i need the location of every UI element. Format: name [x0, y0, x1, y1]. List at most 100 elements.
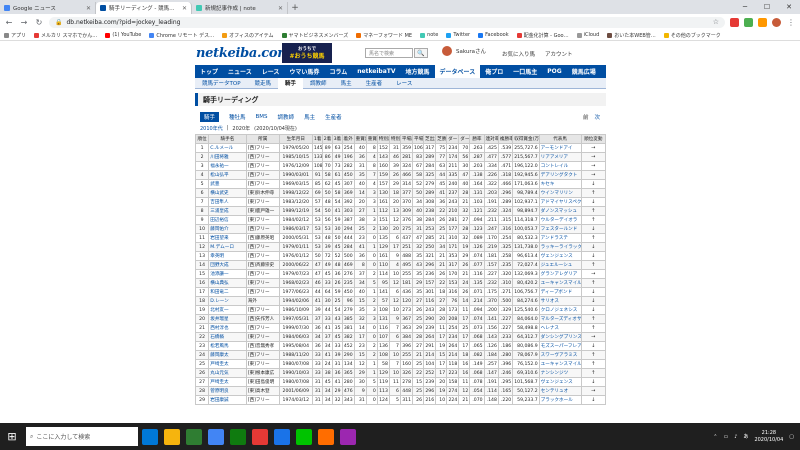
jockey-name-link[interactable]: 松山弘平 [208, 170, 247, 180]
back-icon[interactable]: ← [4, 17, 14, 27]
extension-icon[interactable] [730, 17, 739, 27]
column-header[interactable]: 勝率 [469, 134, 485, 144]
representative-horse-link[interactable]: デアリングタクト [538, 170, 582, 180]
extension-icon[interactable] [758, 17, 767, 27]
maximize-icon[interactable]: ☐ [756, 0, 778, 14]
subnav-item[interactable]: 競馬データTOP [195, 78, 248, 89]
representative-horse-link[interactable]: アーモンドアイ [538, 143, 582, 153]
subnav-item[interactable]: 騎手 [278, 77, 304, 89]
bookmark-item[interactable]: メルカリ スマホでかん… [34, 32, 97, 39]
jockey-name-link[interactable]: 坂井瑠星 [208, 314, 247, 324]
taskbar-app-icon[interactable] [252, 428, 268, 445]
representative-horse-link[interactable]: ダンシングプリンス [538, 332, 582, 342]
column-header[interactable]: 代表馬 [538, 134, 582, 144]
close-icon[interactable]: ✕ [182, 5, 187, 12]
representative-horse-link[interactable]: ユーキャンスマイル [538, 359, 582, 369]
bookmark-item[interactable]: Facebook [478, 32, 509, 38]
jockey-name-link[interactable]: 団野大成 [208, 260, 247, 270]
bookmark-item[interactable]: おいた本WEB管… [607, 32, 656, 39]
column-header[interactable]: ダート出走 [446, 134, 460, 144]
volume-icon[interactable]: ♪ [734, 434, 737, 440]
taskbar-app-icon[interactable] [274, 428, 290, 445]
column-header[interactable]: 特別勝利 [388, 134, 401, 144]
subnav-item[interactable]: 馬主 [334, 78, 359, 89]
bookmark-item[interactable]: アプリ [4, 32, 26, 39]
jockey-name-link[interactable]: C.ルメール [208, 143, 247, 153]
jockey-name-link[interactable]: 幸英明 [208, 251, 247, 261]
column-header[interactable]: 順位変動 [580, 134, 607, 144]
nav-item[interactable]: コラム [324, 65, 352, 78]
notification-icon[interactable]: ▢ [789, 434, 794, 440]
taskbar-app-icon[interactable] [296, 428, 312, 445]
bookmark-item[interactable]: ヤマトビジネスメンバーズ [281, 32, 348, 39]
column-header[interactable]: 騎手名 [208, 134, 247, 144]
nav-item[interactable]: データベース [434, 65, 481, 78]
jockey-name-link[interactable]: 横山武史 [208, 188, 247, 198]
taskbar-app-icon[interactable] [208, 428, 224, 445]
subnav-item[interactable]: 調教師 [303, 78, 334, 89]
category-tab[interactable]: 生産者 [325, 113, 342, 121]
close-icon[interactable]: ✕ [278, 5, 283, 12]
bookmark-item[interactable]: その他のブックマーク [663, 32, 721, 39]
close-icon[interactable]: ✕ [86, 5, 91, 12]
subnav-item[interactable]: レース [389, 78, 419, 89]
nav-item[interactable]: レース [257, 65, 285, 78]
close-icon[interactable]: ✕ [778, 0, 800, 14]
column-header[interactable]: 着外 [341, 134, 355, 144]
ime-indicator[interactable]: あ [743, 433, 748, 440]
site-logo[interactable]: netkeiba.com [196, 46, 291, 61]
windows-start-icon[interactable]: ⊞ [2, 427, 22, 447]
jockey-name-link[interactable]: D.レーン [208, 296, 247, 306]
bookmark-item[interactable]: note [420, 32, 438, 38]
bookmark-star-icon[interactable]: ☆ [713, 18, 719, 26]
category-tab[interactable]: BMS [256, 114, 268, 120]
representative-horse-link[interactable]: ダノンスマッシュ [538, 206, 582, 216]
column-header[interactable]: 平場出走 [399, 134, 414, 144]
representative-horse-link[interactable]: アドマイヤリスペクタ [538, 197, 582, 207]
bookmark-item[interactable]: Twitter [446, 32, 470, 38]
column-header[interactable]: 芝出走 [423, 134, 437, 144]
new-tab-button[interactable]: + [288, 2, 302, 14]
column-header[interactable]: 2着 [321, 134, 333, 144]
jockey-name-link[interactable]: 岩田望来 [208, 233, 247, 243]
column-header[interactable]: 所属 [245, 134, 280, 144]
representative-horse-link[interactable]: グランアレグリア [538, 269, 582, 279]
extension-icon[interactable] [744, 17, 753, 27]
nav-item[interactable]: 競馬広場 [567, 65, 601, 78]
horse-search-input[interactable]: 馬名で検索 [365, 48, 413, 58]
jockey-name-link[interactable]: 藤岡康太 [208, 350, 247, 360]
column-header[interactable]: 重賞出走 [353, 134, 367, 144]
jockey-name-link[interactable]: 和田竜二 [208, 287, 247, 297]
category-tab[interactable]: 馬主 [304, 113, 315, 121]
browser-tab[interactable]: Google ニュース ✕ [0, 2, 96, 14]
nav-item[interactable]: 地方競馬 [401, 65, 435, 78]
taskbar-app-icon[interactable] [186, 428, 202, 445]
prev-page-link[interactable]: 前 [583, 113, 589, 121]
column-header[interactable]: 重賞勝利 [365, 134, 378, 144]
jockey-name-link[interactable]: 北村友一 [208, 305, 247, 315]
jockey-name-link[interactable]: 武豊 [208, 179, 247, 189]
nav-item[interactable]: POG [542, 65, 566, 78]
nav-item[interactable]: 俺プロ [480, 65, 508, 78]
chevron-up-icon[interactable]: ⌃ [713, 434, 717, 440]
category-tab[interactable]: 調教師 [278, 113, 295, 121]
header-link[interactable]: アカウント [545, 50, 573, 58]
jockey-name-link[interactable]: 吉田隼人 [208, 197, 247, 207]
column-header[interactable]: 平場勝利 [411, 134, 425, 144]
nav-item[interactable]: ウマい馬券 [284, 65, 324, 78]
jockey-name-link[interactable]: 福永祐一 [208, 161, 247, 171]
nav-item[interactable]: netkeibaTV [352, 65, 400, 78]
bookmark-item[interactable]: iCloud [576, 32, 599, 38]
column-header[interactable]: 連対率 [483, 134, 499, 144]
jockey-name-link[interactable]: 岩田康誠 [208, 395, 247, 405]
taskbar-app-icon[interactable] [142, 428, 158, 445]
nav-item[interactable]: トップ [195, 65, 223, 78]
nav-item[interactable]: まとめ [601, 65, 629, 78]
column-header[interactable]: 芝勝利 [435, 134, 448, 144]
jockey-name-link[interactable]: 丸山元気 [208, 368, 247, 378]
jockey-name-link[interactable]: 戸崎圭太 [208, 359, 247, 369]
jockey-name-link[interactable]: 戸崎圭太 [208, 377, 247, 387]
browser-tab[interactable]: 騎手リーディング - 競馬データベース✕ [96, 2, 192, 14]
taskbar-app-icon[interactable] [318, 428, 334, 445]
representative-horse-link[interactable]: ブラックホール [538, 395, 582, 405]
